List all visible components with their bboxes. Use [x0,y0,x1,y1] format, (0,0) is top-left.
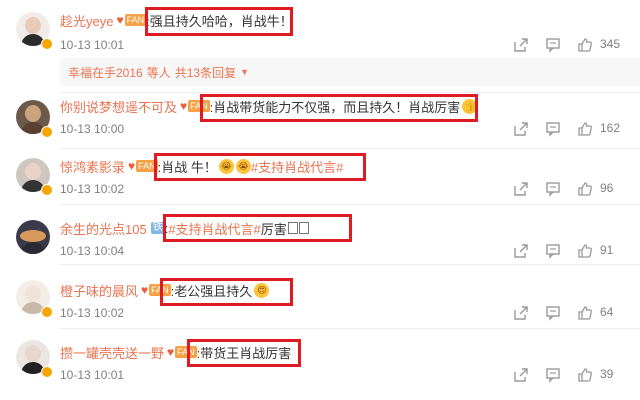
like-icon[interactable] [576,242,594,260]
comment-3: 惊鸿素影录 ♥ FAN :肖战 牛！ 😭 😭 #支持肖战代言# 10-13 10:… [0,148,640,208]
comment-actions: 64 [512,304,632,324]
comment-icon[interactable] [544,304,562,322]
like-count: 64 [600,305,614,319]
verified-icon [41,38,53,50]
share-icon[interactable] [512,242,530,260]
comment-icon[interactable] [544,366,562,384]
highlight-box [154,153,366,181]
like-count: 345 [600,37,621,51]
username[interactable]: 攒一罐壳壳送一野 [60,343,164,362]
highlight-box [187,339,301,367]
like-count: 162 [600,121,621,135]
timestamp: 10-13 10:02 [60,306,125,320]
verified-icon [41,184,53,196]
username[interactable]: 你别说梦想遥不可及 [60,97,177,116]
verified-icon [41,306,53,318]
comment-icon[interactable] [544,180,562,198]
comment-actions: 345 [512,36,632,56]
comment-icon[interactable] [544,120,562,138]
like-count: 96 [600,181,614,195]
comment-6: 攒一罐壳壳送一野 ♥ FAN :带货王肖战厉害 10-13 10:01 39 [0,328,640,400]
fan-badge-icon: ♥ FAN [116,13,147,27]
avatar[interactable] [16,220,50,254]
share-icon[interactable] [512,36,530,54]
comment-actions: 39 [512,366,632,386]
username[interactable]: 橙子味的晨风 [60,281,138,300]
like-icon[interactable] [576,36,594,54]
timestamp: 10-13 10:02 [60,182,125,196]
reply-user[interactable]: 幸福在手2016 [68,64,143,81]
replies-bar[interactable]: 幸福在手2016 等人 共13条回复 ▼ [60,58,640,86]
chevron-down-icon[interactable]: ▼ [240,67,249,77]
like-icon[interactable] [576,304,594,322]
highlight-box [160,278,293,306]
comment-icon[interactable] [544,36,562,54]
username[interactable]: 趁光yeye [60,11,113,30]
comment-1: 趁光yeye ♥ FAN :强且持久哈哈，肖战牛！ 10-13 10:01 345… [0,0,640,100]
share-icon[interactable] [512,366,530,384]
highlight-box [200,94,478,122]
verified-icon [41,126,53,138]
comment-4: 余生的光点105 铁 : #支持肖战代言# 厉害 10-13 10:04 91 [0,204,640,266]
comment-actions: 91 [512,242,632,262]
reply-text: 等人 [146,65,171,80]
timestamp: 10-13 10:00 [60,122,125,136]
like-icon[interactable] [576,120,594,138]
timestamp: 10-13 10:01 [60,38,125,52]
like-count: 39 [600,367,614,381]
like-icon[interactable] [576,180,594,198]
share-icon[interactable] [512,304,530,322]
highlight-box [145,7,293,36]
comment-actions: 96 [512,180,632,200]
comment-2: 你别说梦想遥不可及 ♥ FAN :肖战带货能力不仅强，而且持久！肖战厉害 👍 10… [0,92,640,152]
like-icon[interactable] [576,366,594,384]
like-count: 91 [600,243,614,257]
share-icon[interactable] [512,120,530,138]
timestamp: 10-13 10:01 [60,368,125,382]
verified-icon [41,366,53,378]
highlight-box [163,214,352,242]
reply-count[interactable]: 共13条回复 [175,64,236,81]
comment-actions: 162 [512,120,632,140]
share-icon[interactable] [512,180,530,198]
comment-icon[interactable] [544,242,562,260]
username[interactable]: 惊鸿素影录 [60,157,125,176]
username[interactable]: 余生的光点105 [60,219,147,238]
comment-5: 橙子味的晨风 ♥ FAN :老公强且持久 😍 10-13 10:02 64 [0,264,640,326]
timestamp: 10-13 10:04 [60,244,125,258]
